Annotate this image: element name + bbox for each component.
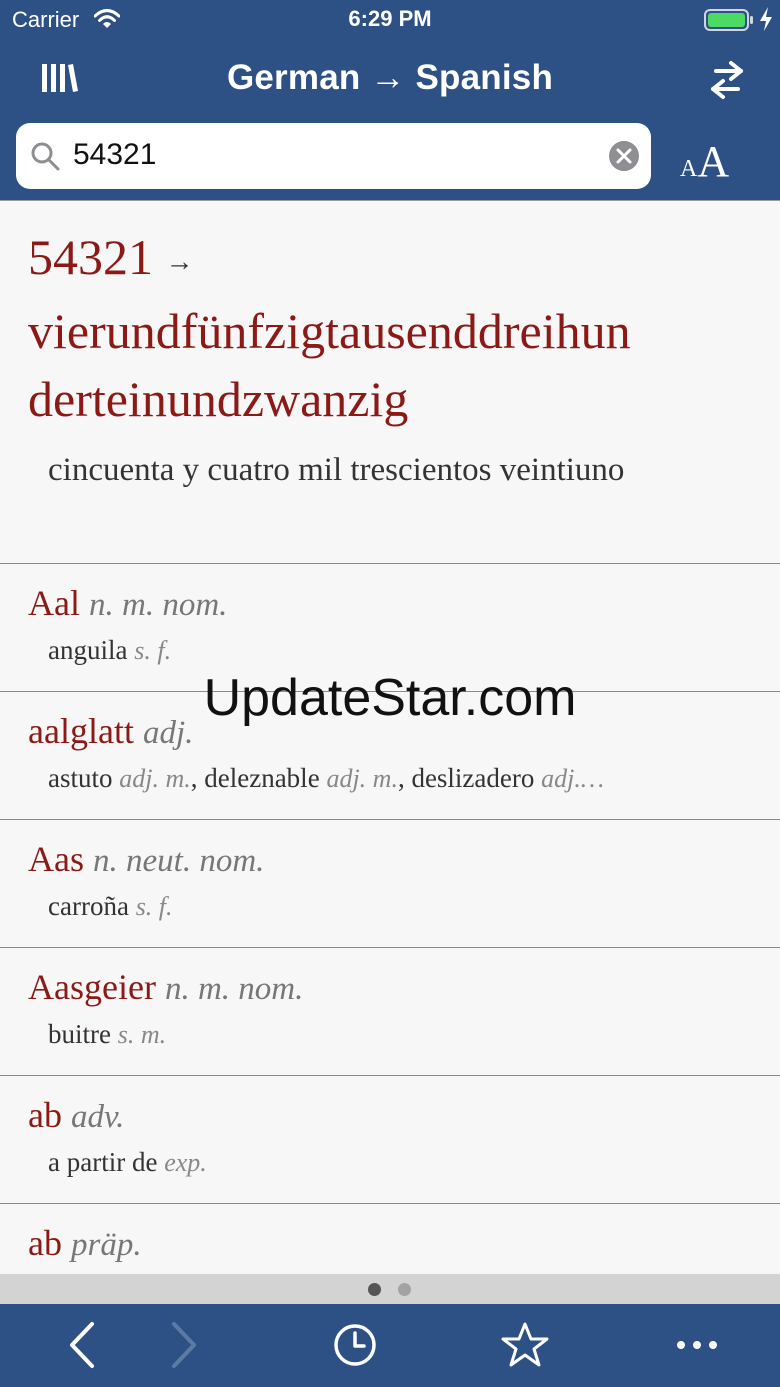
entry-headword: aalglatt [28, 711, 134, 751]
history-icon[interactable] [330, 1320, 380, 1370]
entry-part-of-speech: n. neut. nom. [93, 843, 265, 879]
main-headword-line: derteinundzwanzig [28, 370, 409, 427]
search-icon [31, 142, 60, 171]
font-size-icon[interactable]: AA [680, 140, 729, 184]
entry-headword-line: Aas n. neut. nom. [28, 834, 780, 886]
entry-headword-line: ab präp. [28, 1218, 780, 1270]
entry-headword: ab [28, 1223, 62, 1263]
forward-icon[interactable] [160, 1320, 210, 1370]
entry-translations: anguila s. f. [28, 632, 760, 669]
entry-headword: ab [28, 1095, 62, 1135]
charging-icon [760, 7, 772, 31]
top-chrome: Carrier 6:29 PM German → Spanish 54321 A… [0, 0, 780, 200]
entry-row[interactable]: ab adv. a partir de exp. [0, 1076, 780, 1204]
translation-separator: , [190, 763, 205, 793]
entry-headword-line: aalglatt adj. [28, 706, 780, 758]
font-size-big-glyph: A [697, 137, 730, 186]
entry-row[interactable]: aalglatt adj. astuto adj. m., deleznable … [0, 692, 780, 820]
translation-part-of-speech: adj. m. [326, 764, 398, 793]
swap-icon[interactable] [708, 60, 746, 100]
translation-word: carroña [48, 891, 129, 921]
status-bar: Carrier 6:29 PM [0, 0, 780, 40]
entry-headword-line: Aasgeier n. m. nom. [28, 962, 780, 1014]
translation-word: astuto [48, 763, 113, 793]
entry-headword: Aasgeier [28, 967, 156, 1007]
main-translation: cincuenta y cuatro mil trescientos veint… [48, 451, 625, 488]
entry-part-of-speech: n. m. nom. [164, 971, 304, 1007]
translation-separator: , [397, 763, 412, 793]
font-size-small-glyph: A [680, 156, 698, 182]
number-value: 54321 [28, 229, 153, 285]
entry-headword-line: ab adv. [28, 1090, 780, 1142]
entry-row[interactable]: Aasgeier n. m. nom. buitre s. m. [0, 948, 780, 1076]
translation-part-of-speech: exp. [164, 1148, 207, 1177]
entry-part-of-speech: n. m. nom. [88, 587, 228, 623]
translation-part-of-speech: adj.… [541, 764, 604, 793]
translation-part-of-speech: adj. m. [119, 764, 191, 793]
entry-headword-line: Aal n. m. nom. [28, 578, 780, 630]
page-dot-active[interactable] [368, 1283, 381, 1296]
entry-part-of-speech: adv. [70, 1099, 125, 1135]
entry-headword: Aas [28, 839, 84, 879]
clear-icon[interactable] [608, 140, 640, 172]
arrow-glyph: → [165, 246, 194, 278]
status-time: 6:29 PM [348, 6, 432, 31]
search-field[interactable]: 54321 [16, 123, 651, 189]
translation-word: deleznable [204, 763, 320, 793]
battery-icon [704, 9, 753, 31]
entry-row[interactable]: ab präp. [0, 1204, 780, 1275]
translation-part-of-speech: s. f. [134, 636, 172, 665]
translation-part-of-speech: s. f. [135, 892, 173, 921]
main-headword: 54321 → [28, 223, 780, 297]
entry-part-of-speech: adj. [142, 715, 194, 751]
entry-part-of-speech: präp. [70, 1227, 142, 1263]
entry-translations: astuto adj. m., deleznable adj. m., desl… [28, 760, 760, 797]
entry-translations: a partir de exp. [28, 1144, 760, 1181]
page-indicator[interactable] [0, 1274, 780, 1304]
translation-part-of-speech: s. m. [117, 1020, 167, 1049]
translation-word: buitre [48, 1019, 111, 1049]
entry-headword: Aal [28, 583, 80, 623]
entry-translations: carroña s. f. [28, 888, 760, 925]
translation-word: anguila [48, 635, 128, 665]
nav-bar: German → Spanish [0, 40, 780, 120]
page-dot[interactable] [398, 1283, 411, 1296]
entry-list[interactable]: 54321 → vierundfünfzigtausenddreihun der… [0, 200, 780, 1275]
bottom-toolbar [0, 1304, 780, 1387]
more-icon[interactable] [672, 1320, 722, 1370]
favorites-icon[interactable] [500, 1320, 550, 1370]
back-icon[interactable] [62, 1320, 112, 1370]
translation-word: a partir de [48, 1147, 158, 1177]
entry-row[interactable]: Aal n. m. nom. anguila s. f. [0, 564, 780, 692]
translation-word: deslizadero [411, 763, 535, 793]
search-input[interactable]: 54321 [73, 138, 156, 172]
entry-translations: buitre s. m. [28, 1016, 760, 1053]
main-headword-line: vierundfünfzigtausenddreihun [28, 302, 631, 359]
entry-row[interactable]: Aas n. neut. nom. carroña s. f. [0, 820, 780, 948]
dictionary-direction-title[interactable]: German → Spanish [0, 58, 780, 98]
main-entry[interactable]: 54321 → vierundfünfzigtausenddreihun der… [0, 201, 780, 564]
